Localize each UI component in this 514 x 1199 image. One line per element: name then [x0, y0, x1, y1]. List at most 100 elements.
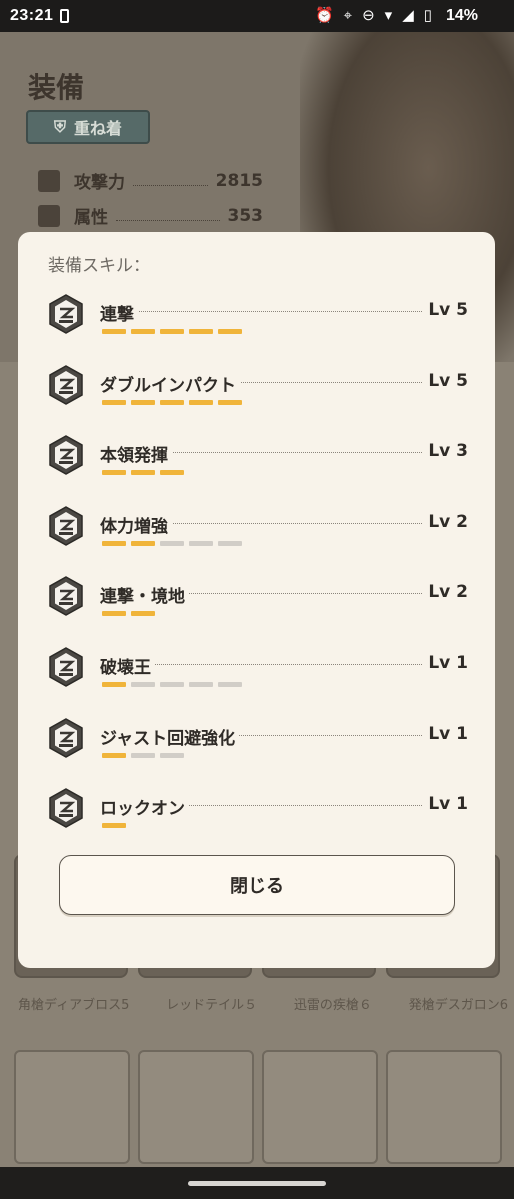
page-title: 装備 [28, 71, 85, 104]
skill-level-pips [102, 752, 184, 758]
level-pip-empty [189, 540, 213, 546]
skill-name: ダブルインパクト [100, 370, 240, 396]
level-pip-filled [160, 470, 184, 476]
level-pip-filled [189, 329, 213, 334]
weapon-slot[interactable] [386, 1050, 502, 1164]
level-pip-filled [102, 329, 126, 334]
stat-attack: 攻撃力 2815 [38, 168, 263, 193]
weapon-names-row: 角槍ディアブロス5 レッドテイル５ 迅雷の疾槍６ 発槍デスガロン6 [18, 994, 508, 1013]
level-pip-filled [102, 611, 126, 617]
skill-row[interactable]: 体力増強 Lv 2 [48, 505, 468, 566]
battery-percent: 14% [445, 7, 478, 24]
stat-label: 属性 [74, 208, 108, 228]
dialog-heading: 装備スキル： [48, 256, 150, 276]
level-pip-filled [102, 752, 126, 758]
navigation-bar [0, 1167, 514, 1199]
weapon-slot[interactable] [262, 1050, 378, 1164]
skill-row[interactable]: 連撃・境地 Lv 2 [48, 576, 468, 636]
skill-badge-icon [49, 435, 83, 476]
level-pip-filled [218, 329, 242, 334]
level-pip-filled [102, 823, 126, 829]
skill-badge-icon [49, 788, 83, 829]
skill-level-pips [102, 611, 155, 617]
attack-icon [38, 169, 60, 192]
equipment-skills-dialog: 装備スキル： 連撃 Lv 5 ダブルインパクト Lv 5 本領発揮 Lv 3 体力増強 Lv … [18, 232, 495, 968]
level-pip-filled [102, 470, 126, 476]
level-pip-filled [102, 399, 126, 405]
skill-row[interactable]: 本領発揮 Lv 3 [48, 435, 468, 495]
status-bar: 23:21 ⏰ ⌖ ⊖ ▾ ◢ ▯ 14% [0, 0, 514, 32]
level-pip-empty [160, 682, 184, 687]
dotted-leader [108, 311, 424, 312]
level-pip-empty [218, 682, 242, 687]
dotted-leader [108, 664, 424, 665]
level-pip-filled [160, 399, 184, 405]
level-pip-filled [102, 540, 126, 546]
level-pip-empty [131, 682, 155, 687]
weapon-name: レッドテイル５ [166, 998, 258, 1013]
wifi-icon: ▾ [384, 7, 393, 24]
level-pip-filled [102, 682, 126, 687]
skill-row[interactable]: ジャスト回避強化 Lv 1 [48, 717, 468, 778]
sim-icon [60, 9, 69, 23]
skill-row[interactable]: 破壊王 Lv 1 [48, 647, 468, 707]
skill-badge-icon [49, 294, 83, 334]
skill-name: 連撃・境地 [100, 582, 189, 608]
level-pip-filled [160, 329, 184, 334]
skill-level-pips [102, 682, 242, 687]
level-pip-filled [189, 399, 213, 405]
skill-level: Lv 2 [422, 582, 468, 603]
level-pip-filled [131, 399, 155, 405]
skill-badge-icon [49, 717, 83, 758]
level-pip-empty [218, 540, 242, 546]
level-pip-empty [189, 682, 213, 687]
level-pip-empty [160, 540, 184, 546]
stat-value: 353 [227, 205, 264, 226]
status-icons: ⏰ ⌖ ⊖ ▾ ◢ ▯ [314, 6, 432, 25]
weapon-name: 迅雷の疾槍６ [293, 998, 372, 1013]
weapon-name: 角槍ディアブロス5 [18, 998, 130, 1013]
skill-level-pips [102, 540, 242, 546]
status-time: 23:21 [10, 7, 54, 24]
level-pip-filled [131, 470, 155, 476]
skill-badge-icon [49, 647, 83, 687]
home-handle[interactable] [188, 1181, 326, 1186]
signal-icon: ◢ [402, 7, 414, 24]
skill-badge-icon [49, 505, 83, 546]
skill-level: Lv 5 [422, 370, 468, 391]
skill-row[interactable]: ロックオン Lv 1 [48, 788, 468, 848]
layered-armor-button[interactable]: ⛨ 重ね着 [26, 110, 150, 144]
level-pip-filled [131, 329, 155, 334]
weapon-slot[interactable] [138, 1050, 254, 1164]
stat-value: 2815 [215, 170, 263, 191]
close-button[interactable]: 閉じる [59, 855, 455, 915]
location-icon: ⌖ [343, 6, 353, 24]
dnd-icon: ⊖ [362, 7, 375, 24]
skill-level: Lv 1 [422, 794, 468, 815]
stat-label: 攻撃力 [74, 173, 125, 193]
skill-name: 連撃 [100, 300, 138, 325]
skill-name: ジャスト回避強化 [100, 723, 240, 749]
skill-level: Lv 1 [422, 723, 468, 744]
stat-element: 属性 353 [38, 203, 263, 228]
skill-level: Lv 1 [422, 653, 468, 673]
weapon-name: 発槍デスガロン6 [408, 998, 508, 1013]
skill-row[interactable]: 連撃 Lv 5 [48, 294, 468, 354]
battery-icon: ▯ [423, 7, 432, 24]
alarm-icon: ⏰ [314, 7, 334, 24]
layered-armor-label: 重ね着 [74, 119, 123, 138]
level-pip-filled [218, 399, 242, 405]
skill-level-pips [102, 399, 242, 405]
skill-level: Lv 2 [422, 511, 468, 532]
level-pip-filled [131, 540, 155, 546]
element-icon [38, 204, 60, 227]
skill-level-pips [102, 823, 126, 829]
skill-name: 破壊王 [100, 653, 155, 678]
skill-level: Lv 3 [422, 441, 468, 462]
skill-row[interactable]: ダブルインパクト Lv 5 [48, 364, 468, 425]
weapon-slot[interactable] [14, 1050, 130, 1164]
skill-name: 体力増強 [100, 511, 172, 537]
armor-icon: ⛨ [53, 117, 66, 136]
skill-level: Lv 5 [422, 300, 468, 320]
skill-name: 本領発揮 [100, 441, 172, 467]
